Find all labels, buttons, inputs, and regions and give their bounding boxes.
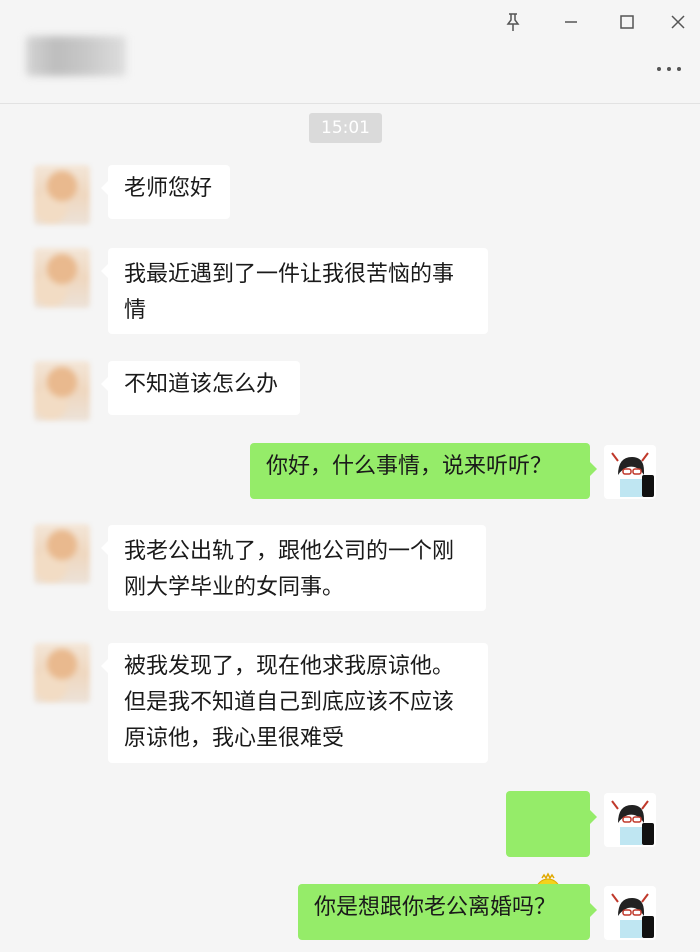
message-bubble-sent[interactable]: 你是想跟你老公离婚吗？ [298, 884, 597, 940]
self-avatar[interactable] [604, 886, 656, 940]
contact-avatar[interactable] [34, 165, 90, 225]
minimize-icon[interactable] [557, 8, 585, 36]
message-bubble-received[interactable]: 不知道该怎么办 [101, 361, 300, 415]
close-icon[interactable] [664, 8, 692, 36]
message-bubble-sent[interactable] [506, 791, 597, 916]
self-avatar[interactable] [604, 445, 656, 499]
pin-icon[interactable] [499, 8, 527, 36]
message-bubble-received[interactable]: 我最近遇到了一件让我很苦恼的事 情 [101, 248, 488, 334]
self-avatar[interactable] [604, 793, 656, 847]
contact-avatar[interactable] [34, 643, 90, 703]
contact-avatar[interactable] [34, 248, 90, 308]
contact-name-blurred [26, 36, 126, 76]
message-bubble-received[interactable]: 被我发现了，现在他求我原谅他。 但是我不知道自己到底应该不应该 原谅他，我心里很… [101, 643, 488, 763]
chat-header [0, 0, 700, 104]
message-bubble-received[interactable]: 老师您好 [101, 165, 230, 219]
contact-avatar[interactable] [34, 361, 90, 421]
contact-avatar[interactable] [34, 524, 90, 584]
message-timestamp: 15:01 [309, 113, 382, 143]
maximize-icon[interactable] [613, 8, 641, 36]
message-bubble-received[interactable]: 我老公出轨了，跟他公司的一个刚 刚大学毕业的女同事。 [101, 525, 486, 611]
message-bubble-sent[interactable]: 你好，什么事情，说来听听？ [250, 443, 597, 499]
more-dots-icon[interactable] [654, 62, 684, 82]
